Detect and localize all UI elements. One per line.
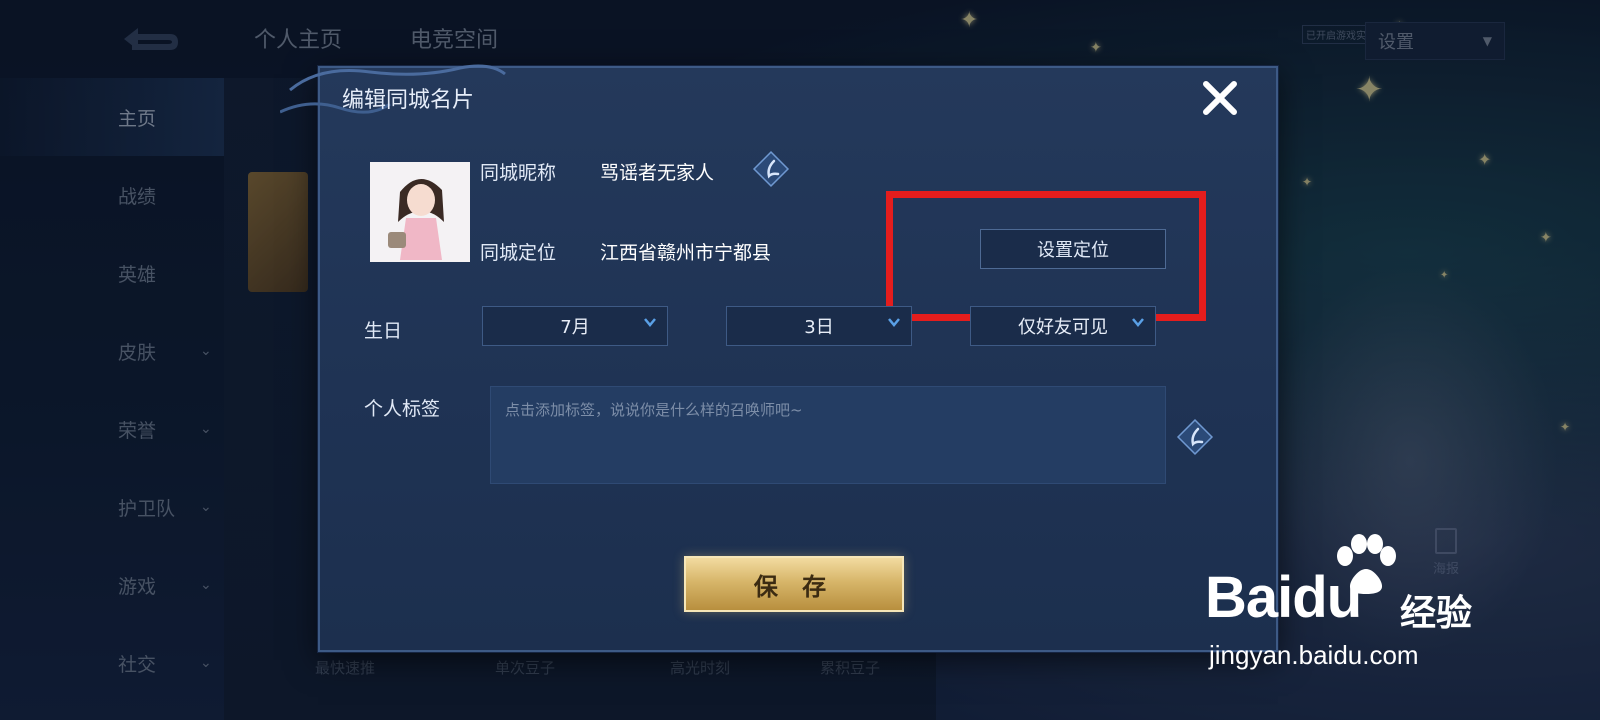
edit-city-card-dialog: 编辑同城名片 同城昵称 骂谣者无家人 同城定位 江西省赣州市宁都县 设置定位 生… xyxy=(280,64,1278,652)
save-button[interactable]: 保 存 xyxy=(684,556,904,612)
close-icon[interactable] xyxy=(1198,76,1242,120)
location-value: 江西省赣州市宁都县 xyxy=(600,242,772,264)
avatar-character-icon xyxy=(370,162,470,262)
highlight-annotation xyxy=(886,191,1206,321)
day-select[interactable]: 3日 xyxy=(726,306,912,346)
logo-text: du xyxy=(1292,565,1362,630)
avatar xyxy=(370,162,470,262)
logo-text: Bai xyxy=(1205,565,1293,630)
day-value: 3日 xyxy=(804,317,834,338)
month-select[interactable]: 7月 xyxy=(482,306,668,346)
edit-nickname-icon[interactable] xyxy=(752,150,790,188)
baidu-jingyan-watermark: Baidu 经验 jingyan.baidu.com xyxy=(1205,534,1505,684)
baidu-logo: Baidu xyxy=(1205,564,1362,631)
month-value: 7月 xyxy=(560,317,590,338)
tags-placeholder: 点击添加标签，说说你是什么样的召唤师吧~ xyxy=(505,401,803,419)
chevron-down-icon xyxy=(888,318,900,327)
jingyan-text: 经验 xyxy=(1400,593,1473,634)
visibility-value: 仅好友可见 xyxy=(1018,317,1108,338)
chevron-down-icon xyxy=(644,318,656,327)
location-label: 同城定位 xyxy=(480,242,557,264)
edit-tags-icon[interactable] xyxy=(1176,418,1214,456)
chevron-down-icon xyxy=(1132,318,1144,327)
nickname-label: 同城昵称 xyxy=(480,162,557,184)
visibility-select[interactable]: 仅好友可见 xyxy=(970,306,1156,346)
tags-input[interactable]: 点击添加标签，说说你是什么样的召唤师吧~ xyxy=(490,386,1166,484)
birthday-label: 生日 xyxy=(364,320,403,342)
nickname-value: 骂谣者无家人 xyxy=(600,162,715,184)
tags-label: 个人标签 xyxy=(364,398,441,420)
watermark-url: jingyan.baidu.com xyxy=(1209,640,1419,670)
dialog-title: 编辑同城名片 xyxy=(342,88,475,113)
